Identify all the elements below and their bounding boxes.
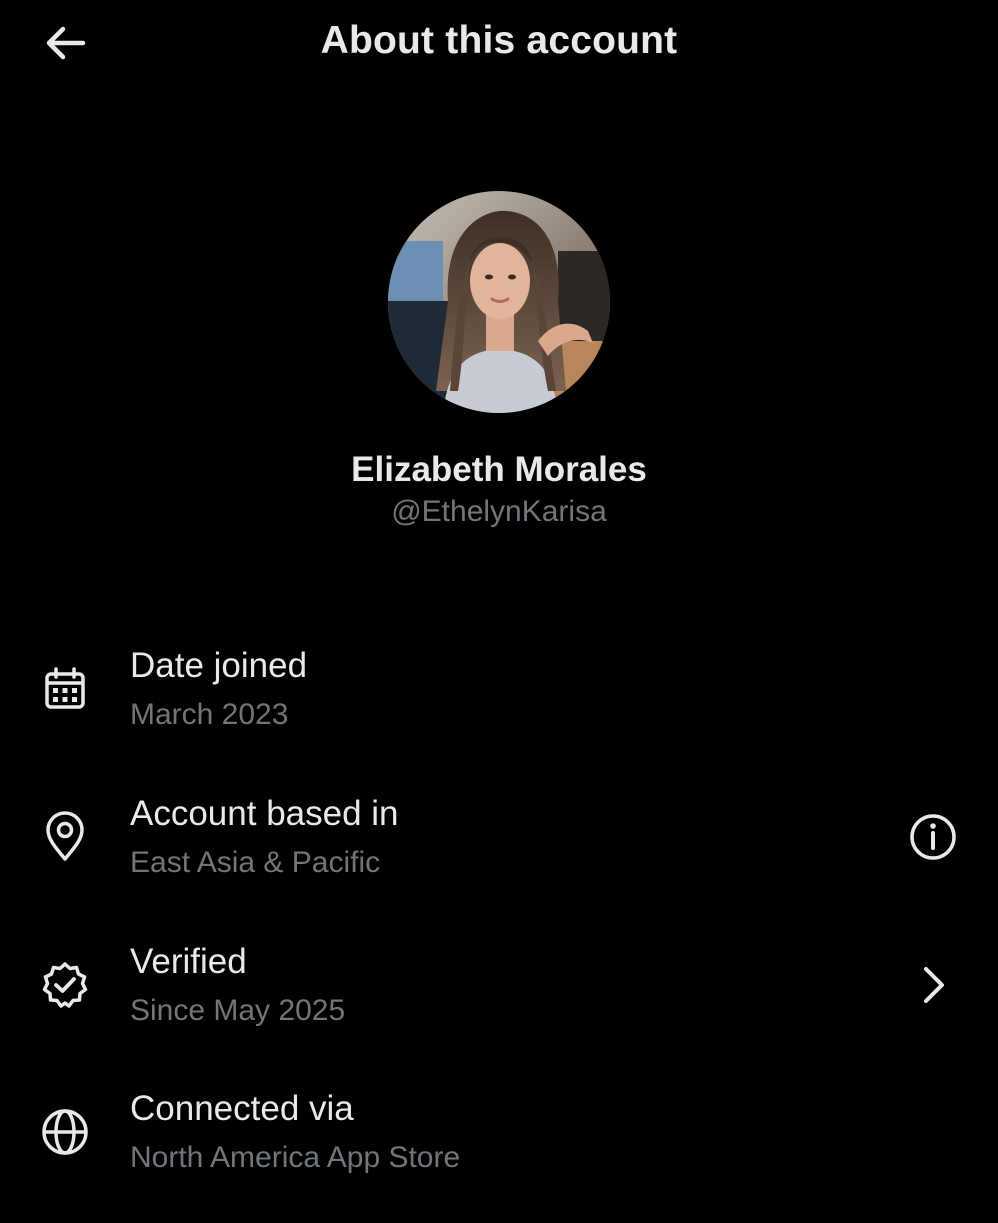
profile-photo bbox=[388, 191, 610, 413]
display-name: Elizabeth Morales bbox=[351, 450, 647, 489]
info-button[interactable] bbox=[900, 804, 966, 870]
avatar[interactable] bbox=[388, 191, 610, 413]
page-title: About this account bbox=[320, 19, 678, 62]
account-based-in-row: Account based in East Asia & Pacific bbox=[0, 788, 998, 928]
date-joined-value: March 2023 bbox=[130, 698, 289, 731]
verified-details-button[interactable] bbox=[900, 952, 966, 1018]
connected-via-label: Connected via bbox=[130, 1089, 354, 1128]
top-bar: About this account bbox=[0, 0, 998, 90]
verified-row[interactable]: Verified Since May 2025 bbox=[0, 936, 998, 1076]
account-based-in-value: East Asia & Pacific bbox=[130, 846, 381, 879]
verified-badge-icon bbox=[36, 956, 94, 1014]
connected-via-row: Connected via North America App Store bbox=[0, 1083, 998, 1223]
verified-value: Since May 2025 bbox=[130, 994, 346, 1027]
info-icon bbox=[910, 814, 956, 860]
account-based-in-label: Account based in bbox=[130, 794, 399, 833]
date-joined-label: Date joined bbox=[130, 646, 308, 685]
location-pin-icon bbox=[36, 808, 94, 866]
account-handle: @EthelynKarisa bbox=[391, 495, 607, 528]
verified-label: Verified bbox=[130, 942, 247, 981]
chevron-right-icon bbox=[924, 967, 944, 1003]
calendar-icon bbox=[36, 660, 94, 718]
globe-icon bbox=[36, 1103, 94, 1161]
connected-via-value: North America App Store bbox=[130, 1141, 461, 1174]
date-joined-row: Date joined March 2023 bbox=[0, 640, 998, 780]
